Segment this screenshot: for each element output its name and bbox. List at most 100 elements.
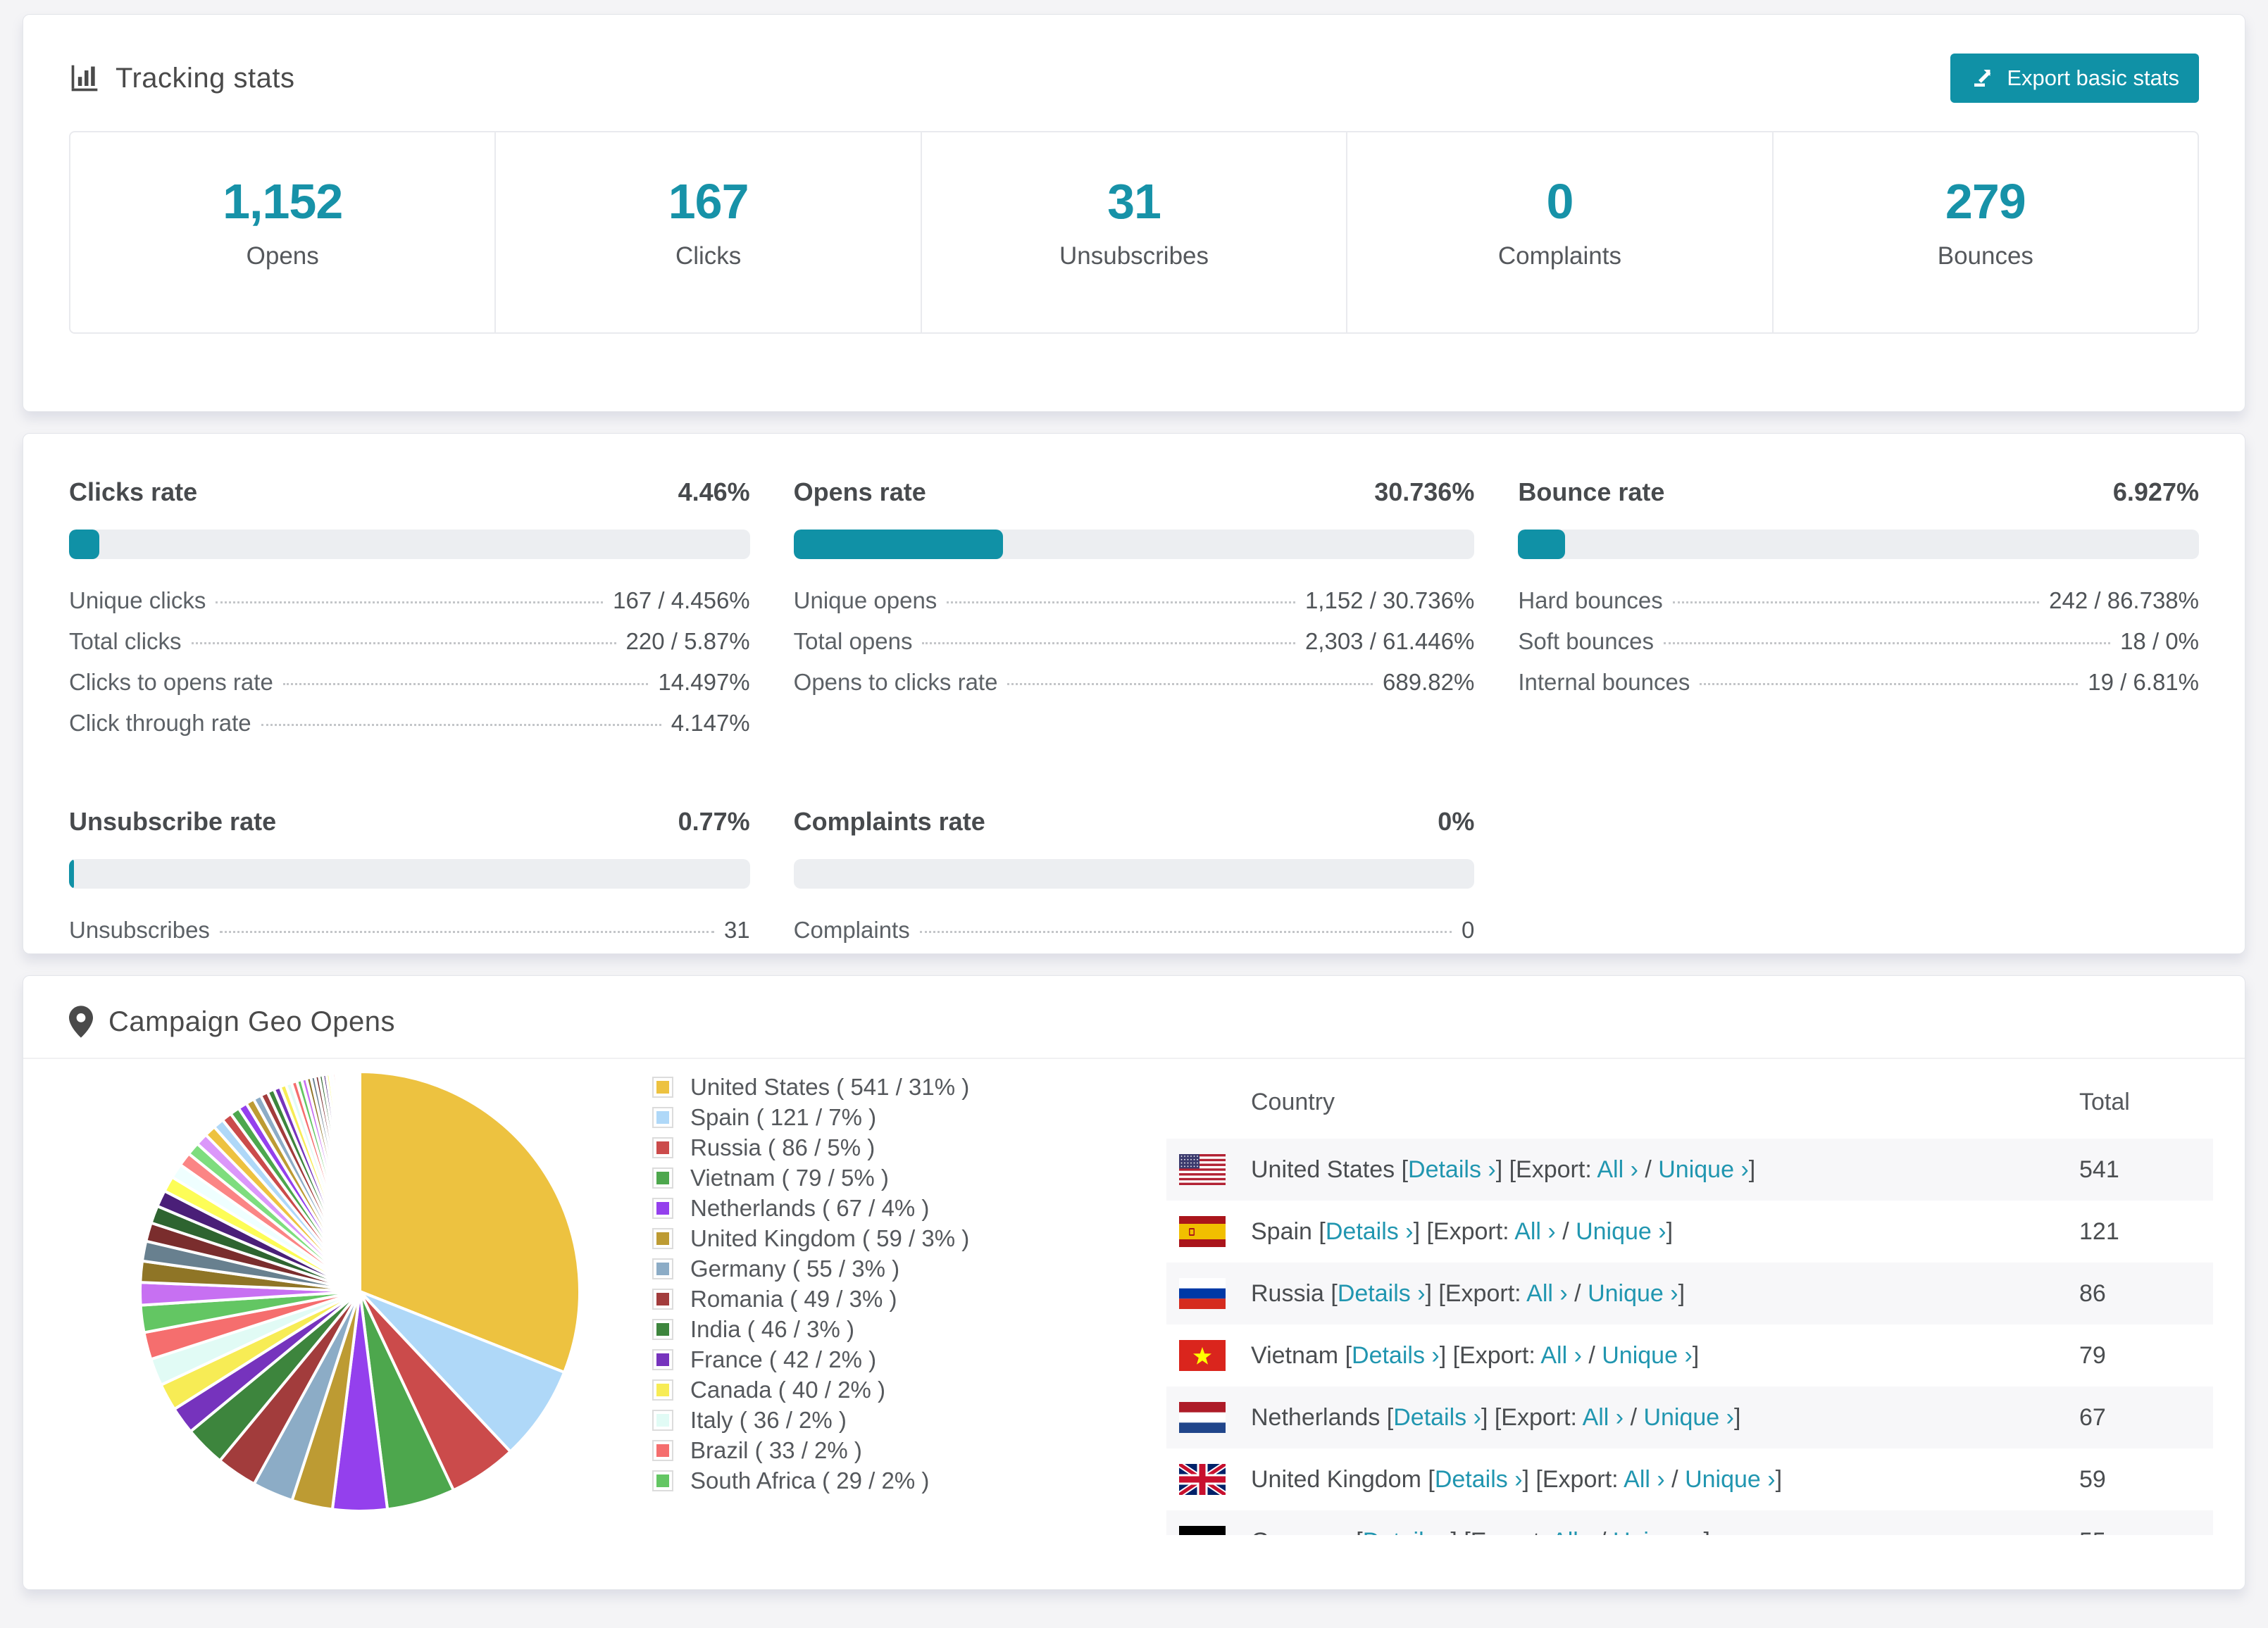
stat-value: 167 <box>668 174 749 229</box>
progress-bar-fill <box>69 530 100 559</box>
progress-bar <box>69 859 750 889</box>
export-unique-link[interactable]: Unique › <box>1576 1218 1666 1245</box>
export-unique-link[interactable]: Unique › <box>1613 1528 1704 1536</box>
rate-row-label: Internal bounces <box>1518 669 1690 695</box>
country-name: Netherlands <box>1251 1403 1387 1431</box>
details-link[interactable]: Details › <box>1352 1342 1440 1369</box>
legend-item-germany: Germany ( 55 / 3% ) <box>652 1253 990 1284</box>
details-link[interactable]: Details › <box>1326 1218 1414 1245</box>
rate-row-label: Complaints <box>793 917 910 943</box>
rate-panel-clicks-rate: Clicks rate 4.46% Unique clicks 167 / 4.456… <box>69 477 750 751</box>
rate-row: Hard bounces 242 / 86.738% <box>1518 587 2199 628</box>
united-kingdom-flag-icon <box>1179 1464 1226 1495</box>
legend-label: United States ( 541 / 31% ) <box>690 1073 970 1100</box>
export-unique-link[interactable]: Unique › <box>1602 1342 1693 1369</box>
export-all-link[interactable]: All › <box>1583 1404 1624 1431</box>
geo-country-cell: Netherlands [Details ›] [Export: All › /… <box>1251 1403 1741 1431</box>
legend-swatch <box>652 1288 673 1310</box>
rate-row: Soft bounces 18 / 0% <box>1518 628 2199 669</box>
export-all-link[interactable]: All › <box>1540 1342 1582 1369</box>
progress-bar <box>793 530 1475 559</box>
russia-flag-icon <box>1179 1278 1226 1309</box>
geo-table-row-vietnam: Vietnam [Details ›] [Export: All › / Uni… <box>1166 1325 2213 1386</box>
dotted-leader <box>219 931 714 933</box>
geo-country-cell: United States [Details ›] [Export: All ›… <box>1251 1156 1756 1183</box>
summary-stats-strip: 1,152 Opens 167 Clicks 31 Unsubscribes 0 Compla… <box>69 131 2199 334</box>
legend-swatch <box>652 1167 673 1189</box>
export-icon <box>1974 70 1991 87</box>
geo-table-row-spain: Spain [Details ›] [Export: All › / Uniqu… <box>1166 1201 2213 1263</box>
rate-row: Unsubscribes 31 <box>69 917 750 958</box>
export-all-link[interactable]: All › <box>1514 1218 1556 1245</box>
export-all-link[interactable]: All › <box>1552 1528 1593 1536</box>
country-name: Germany <box>1251 1528 1356 1536</box>
details-link[interactable]: Details › <box>1408 1156 1496 1183</box>
rate-title: Opens rate <box>793 477 926 506</box>
legend-swatch <box>652 1348 673 1370</box>
rate-value: 6.927% <box>2112 477 2199 506</box>
details-link[interactable]: Details › <box>1363 1528 1451 1536</box>
progress-bar-fill <box>1518 530 1566 559</box>
geo-total-cell: 59 <box>2079 1465 2106 1493</box>
export-all-link[interactable]: All › <box>1526 1280 1568 1307</box>
export-all-link[interactable]: All › <box>1624 1466 1665 1493</box>
export-unique-link[interactable]: Unique › <box>1588 1280 1678 1307</box>
geo-table: Country Total United States [Details ›] … <box>1166 1066 2213 1535</box>
legend-item-brazil: Brazil ( 33 / 2% ) <box>652 1435 990 1465</box>
rate-row-value: 19 / 6.81% <box>2088 669 2199 695</box>
export-unique-link[interactable]: Unique › <box>1685 1466 1776 1493</box>
legend-swatch <box>652 1439 673 1461</box>
legend-label: Romania ( 49 / 3% ) <box>690 1285 897 1312</box>
export-unique-link[interactable]: Unique › <box>1643 1404 1734 1431</box>
rate-row: Total clicks 220 / 5.87% <box>69 628 750 669</box>
legend-swatch <box>652 1076 673 1098</box>
export-basic-stats-button[interactable]: Export basic stats <box>1950 54 2199 103</box>
rate-row: Clicks to opens rate 14.497% <box>69 669 750 710</box>
export-all-link[interactable]: All › <box>1597 1156 1638 1183</box>
geo-country-cell: Russia [Details ›] [Export: All › / Uniq… <box>1251 1279 1686 1307</box>
pie-slice-other-59 <box>356 1070 361 1293</box>
legend-swatch <box>652 1258 673 1279</box>
legend-item-russia: Russia ( 86 / 5% ) <box>652 1132 990 1163</box>
dotted-leader <box>282 683 649 685</box>
rate-row: Complaints 0 <box>794 917 1475 958</box>
rate-row-label: Total clicks <box>69 628 182 654</box>
legend-label: Germany ( 55 / 3% ) <box>690 1255 900 1282</box>
dotted-leader <box>1007 683 1373 685</box>
rate-row: Unique clicks 167 / 4.456% <box>69 587 750 628</box>
legend-swatch <box>652 1137 673 1158</box>
legend-item-india: India ( 46 / 3% ) <box>652 1314 990 1344</box>
rate-title: Unsubscribe rate <box>69 807 277 836</box>
progress-bar <box>1518 530 2199 559</box>
details-link[interactable]: Details › <box>1393 1404 1481 1431</box>
rate-row-label: Opens to clicks rate <box>793 669 998 695</box>
stat-label: Unsubscribes <box>1059 242 1209 270</box>
geo-total-cell: 121 <box>2079 1217 2119 1245</box>
geo-country-cell: Germany [Details ›] [Export: All › / Uni… <box>1166 1528 2079 1536</box>
dotted-leader <box>261 724 661 726</box>
rate-title: Clicks rate <box>69 477 198 506</box>
rate-row: Unique opens 1,152 / 30.736% <box>794 587 1475 628</box>
geo-total-cell: 79 <box>2079 1341 2106 1369</box>
legend-swatch <box>652 1379 673 1401</box>
rate-row-value: 689.82% <box>1383 669 1475 695</box>
geo-table-header: Country Total <box>1166 1066 2213 1139</box>
rates-card: Clicks rate 4.46% Unique clicks 167 / 4.456… <box>23 433 2245 954</box>
details-link[interactable]: Details › <box>1435 1466 1523 1493</box>
rate-row: Click through rate 4.147% <box>69 710 750 751</box>
legend-label: India ( 46 / 3% ) <box>690 1315 854 1342</box>
dotted-leader <box>216 601 604 603</box>
details-link[interactable]: Details › <box>1338 1280 1426 1307</box>
rate-value: 4.46% <box>678 477 750 506</box>
stat-value: 1,152 <box>223 174 343 229</box>
export-unique-link[interactable]: Unique › <box>1658 1156 1749 1183</box>
legend-item-vietnam: Vietnam ( 79 / 5% ) <box>652 1163 990 1193</box>
legend-swatch <box>652 1470 673 1491</box>
geo-header: Campaign Geo Opens <box>23 1006 2245 1038</box>
rate-row-value: 31 <box>723 917 750 943</box>
stat-value: 279 <box>1945 174 2026 229</box>
stat-label: Clicks <box>675 242 742 270</box>
legend-label: United Kingdom ( 59 / 3% ) <box>690 1225 970 1251</box>
geo-legend: United States ( 541 / 31% ) Spain ( 121 /… <box>652 1072 990 1496</box>
rate-row-value: 18 / 0% <box>2120 628 2199 654</box>
